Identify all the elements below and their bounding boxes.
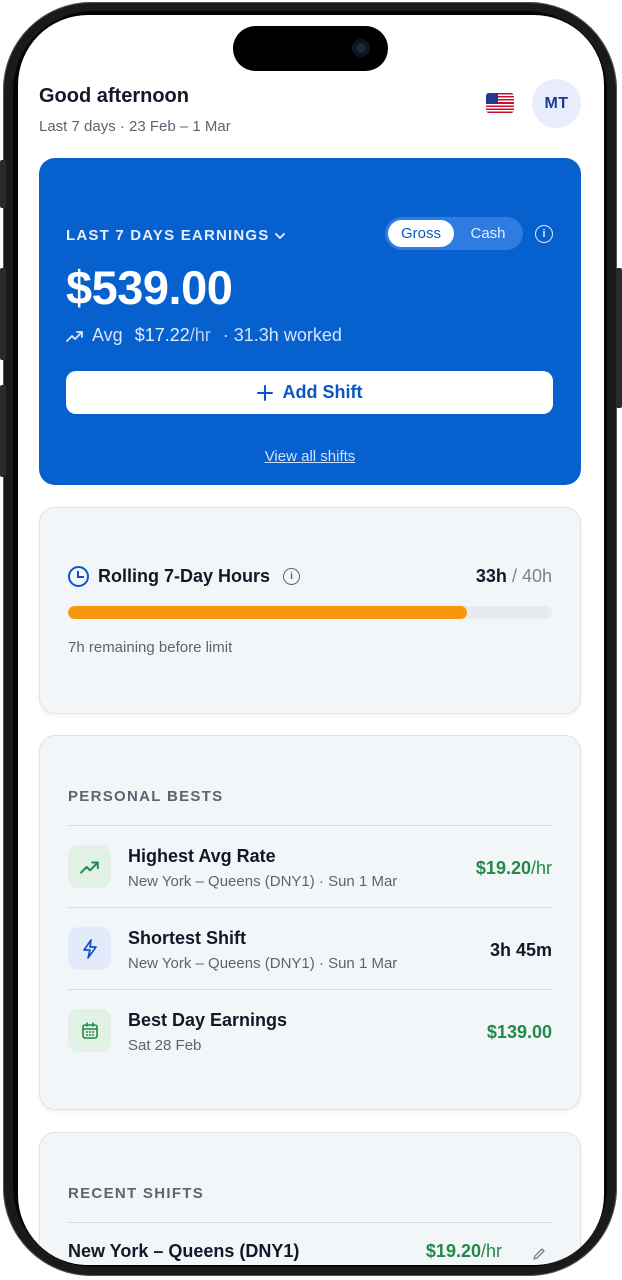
earnings-period-label[interactable]: LAST 7 DAYS EARNINGS xyxy=(66,227,269,244)
best-subtitle: Sat 28 Feb xyxy=(128,1037,202,1054)
us-flag-icon[interactable] xyxy=(486,93,514,113)
toggle-cash[interactable]: Cash xyxy=(455,220,521,247)
hours-progress-bar xyxy=(68,606,552,619)
greeting-title: Good afternoon xyxy=(39,85,189,107)
lightning-icon xyxy=(68,927,111,970)
toggle-gross[interactable]: Gross xyxy=(388,220,454,247)
volume-up-button xyxy=(0,268,6,360)
trending-up-icon xyxy=(66,330,83,342)
avatar[interactable]: MT xyxy=(532,79,581,128)
view-all-shifts-link[interactable]: View all shifts xyxy=(39,448,581,465)
recent-shift-rate: $19.20/hr xyxy=(425,1241,502,1261)
list-item[interactable]: New York – Queens (DNY1) $19.20/hr xyxy=(68,1223,552,1265)
best-value: $19.20/hr xyxy=(475,858,552,878)
best-value: $139.00 xyxy=(486,1022,552,1042)
app-screen: Good afternoon Last 7 days · 23 Feb – 1 … xyxy=(18,15,604,1265)
hours-worked: · 31.3h worked xyxy=(222,325,342,345)
date-range-subtitle: Last 7 days · 23 Feb – 1 Mar xyxy=(39,118,231,135)
list-item[interactable]: Best Day Earnings Sat 28 Feb $139.00 xyxy=(68,990,552,1070)
trending-up-icon xyxy=(68,845,111,888)
hours-remaining-note: 7h remaining before limit xyxy=(68,639,233,656)
rolling-hours-card: Rolling 7-Day Hours i 33h / 40h 7h remai… xyxy=(39,507,581,714)
earnings-amount: $539.00 xyxy=(66,261,233,314)
chevron-down-icon[interactable] xyxy=(274,230,286,242)
volume-down-button xyxy=(0,385,6,477)
hours-progress-fill xyxy=(68,606,468,619)
earnings-card: LAST 7 DAYS EARNINGS Gross Cash i $539.0… xyxy=(39,158,581,485)
add-shift-button[interactable]: Add Shift xyxy=(66,371,553,414)
best-title: Shortest Shift xyxy=(128,928,247,948)
edit-icon[interactable] xyxy=(532,1247,546,1261)
recent-shift-title: New York – Queens (DNY1) xyxy=(68,1241,300,1261)
avg-label: Avg xyxy=(92,325,123,345)
clock-icon xyxy=(68,566,89,587)
best-subtitle: New York – Queens (DNY1) · Sun 1 Mar xyxy=(128,955,398,972)
gross-cash-toggle[interactable]: Gross Cash xyxy=(385,217,523,250)
power-button xyxy=(616,268,622,408)
info-icon[interactable]: i xyxy=(535,225,553,243)
recent-shifts-label: RECENT SHIFTS xyxy=(68,1185,205,1202)
silent-switch xyxy=(0,160,6,208)
best-value: 3h 45m xyxy=(489,940,552,960)
rolling-hours-title-row: Rolling 7-Day Hours i xyxy=(68,566,301,587)
recent-shifts-card: RECENT SHIFTS New York – Queens (DNY1) $… xyxy=(39,1132,581,1265)
avg-rate: $17.22/hr xyxy=(134,325,211,345)
best-title: Highest Avg Rate xyxy=(128,846,276,866)
info-icon[interactable]: i xyxy=(283,568,301,585)
personal-bests-label: PERSONAL BESTS xyxy=(68,788,224,805)
dynamic-island xyxy=(233,26,388,71)
rolling-hours-title: Rolling 7-Day Hours xyxy=(98,566,271,586)
calendar-icon xyxy=(68,1009,111,1052)
personal-bests-card: PERSONAL BESTS Highest Avg Rate New York… xyxy=(39,735,581,1110)
best-subtitle: New York – Queens (DNY1) · Sun 1 Mar xyxy=(128,873,398,890)
best-title: Best Day Earnings xyxy=(128,1010,288,1030)
hours-used-value: 33h / 40h xyxy=(475,566,552,586)
list-item[interactable]: Highest Avg Rate New York – Queens (DNY1… xyxy=(68,826,552,906)
plus-icon xyxy=(256,384,273,401)
list-item[interactable]: Shortest Shift New York – Queens (DNY1) … xyxy=(68,908,552,988)
front-camera xyxy=(352,39,370,57)
add-shift-label: Add Shift xyxy=(282,382,363,402)
average-rate-row: Avg $17.22/hr · 31.3h worked xyxy=(66,325,342,346)
